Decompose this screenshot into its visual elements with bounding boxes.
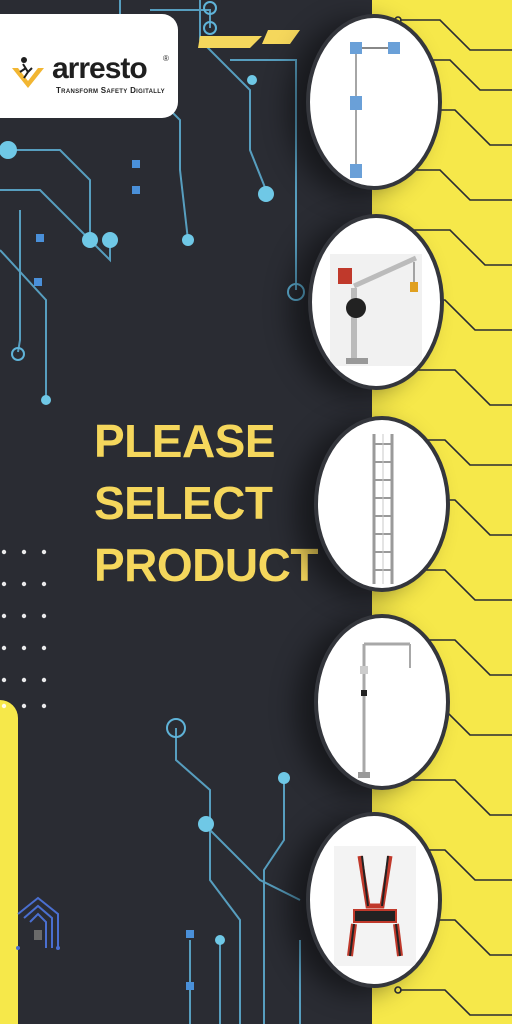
headline-line-3: PRODUCT [94, 539, 318, 591]
davit-post-icon [358, 642, 411, 778]
product-option-4[interactable] [314, 614, 450, 790]
full-body-harness-icon [334, 846, 416, 966]
headline-line-1: PLEASE [94, 415, 276, 467]
brand-tagline: Transform Safety Digitally [56, 86, 165, 95]
page-headline: PLEASE SELECT PRODUCT [94, 410, 334, 596]
product-option-3[interactable] [314, 416, 450, 592]
davit-arm-crane-icon [330, 254, 422, 366]
lifeline-anchor-system-icon [350, 42, 400, 178]
vertical-ladder-system-icon [372, 434, 394, 584]
headline-line-2: SELECT [94, 477, 273, 529]
product-option-1[interactable] [306, 14, 442, 190]
registered-mark: ® [163, 54, 169, 63]
brand-logo-card[interactable]: arresto ® Transform Safety Digitally [0, 14, 178, 118]
brand-name: arresto [52, 52, 148, 85]
arresto-logo-icon [12, 57, 44, 88]
product-option-2[interactable] [308, 214, 444, 390]
smart-building-icon [16, 896, 60, 950]
product-option-5[interactable] [306, 812, 442, 988]
